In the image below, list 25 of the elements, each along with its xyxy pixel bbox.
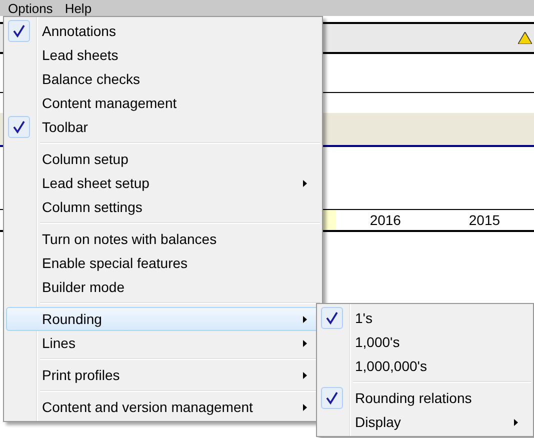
menu-item[interactable]: 1,000's [319,330,531,354]
menu-item[interactable]: Column setup [6,147,320,171]
menu-item[interactable]: Content management [6,91,320,115]
menu-item[interactable]: Annotations [6,19,320,43]
menu-item[interactable]: Toolbar [6,115,320,139]
menu-item[interactable]: Builder mode [6,275,320,299]
menu-item[interactable]: Rounding relations [319,386,531,410]
menu-item[interactable]: Column settings [6,195,320,219]
menu-title[interactable]: Help [64,0,92,16]
column-header: 2015 [468,212,502,228]
menu-item[interactable]: Lines [6,331,320,355]
menu-item[interactable]: Lead sheet setup [6,171,320,195]
menu-item[interactable]: 1,000,000's [319,354,531,378]
warning-icon [518,32,532,44]
menu-item[interactable]: Turn on notes with balances [6,227,320,251]
menu-item[interactable]: Content and version management [6,395,320,419]
menu-item[interactable]: Display [319,410,531,434]
highlight-cell [322,210,336,230]
menu-item[interactable]: Enable special features [6,251,320,275]
menu-item[interactable]: Balance checks [6,67,320,91]
column-header: 2016 [368,212,402,228]
menu-title[interactable]: Options [8,0,53,16]
menu-item[interactable]: 1's [319,306,531,330]
menu-item[interactable]: Lead sheets [6,43,320,67]
menu-item[interactable]: Print profiles [6,363,320,387]
